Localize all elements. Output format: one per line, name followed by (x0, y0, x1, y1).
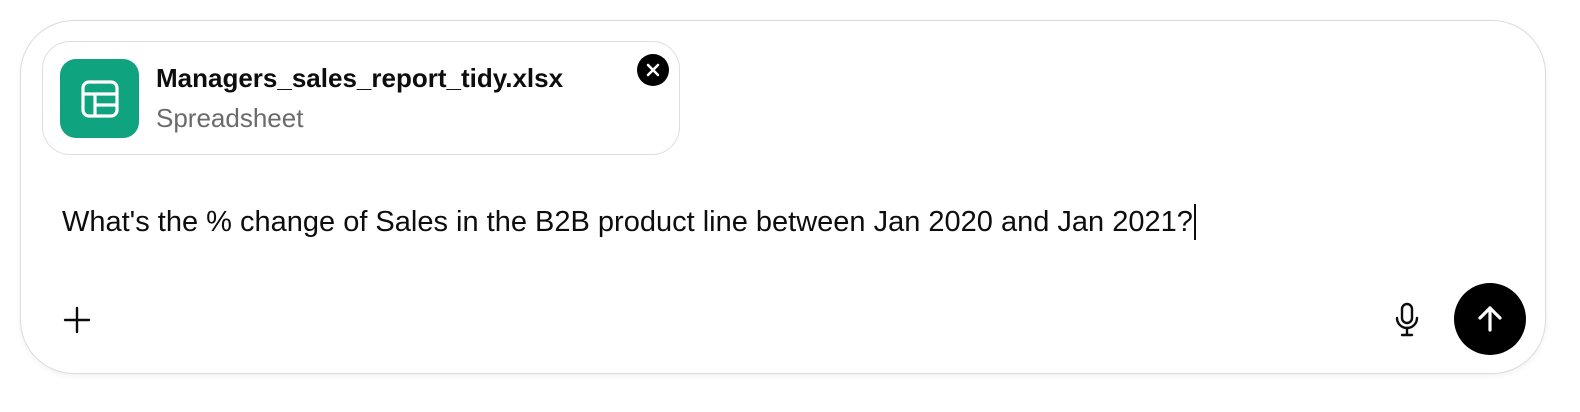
text-caret (1193, 204, 1196, 240)
prompt-text: What's the % change of Sales in the B2B … (62, 205, 1193, 238)
arrow-up-icon (1478, 306, 1502, 332)
attachment-file-name: Managers_sales_report_tidy.xlsx (156, 63, 564, 93)
remove-attachment-button[interactable] (637, 54, 669, 86)
plus-icon (63, 306, 91, 334)
add-attachment-button[interactable] (58, 301, 96, 339)
prompt-input[interactable]: What's the % change of Sales in the B2B … (62, 204, 1196, 240)
file-attachment-card[interactable]: Managers_sales_report_tidy.xlsx Spreadsh… (42, 41, 680, 155)
message-composer: Managers_sales_report_tidy.xlsx Spreadsh… (20, 20, 1546, 374)
microphone-icon (1395, 302, 1419, 337)
close-icon (646, 63, 660, 77)
spreadsheet-icon (60, 59, 139, 138)
voice-input-button[interactable] (1388, 299, 1426, 341)
attachment-file-type: Spreadsheet (156, 103, 304, 133)
send-button[interactable] (1454, 283, 1526, 355)
